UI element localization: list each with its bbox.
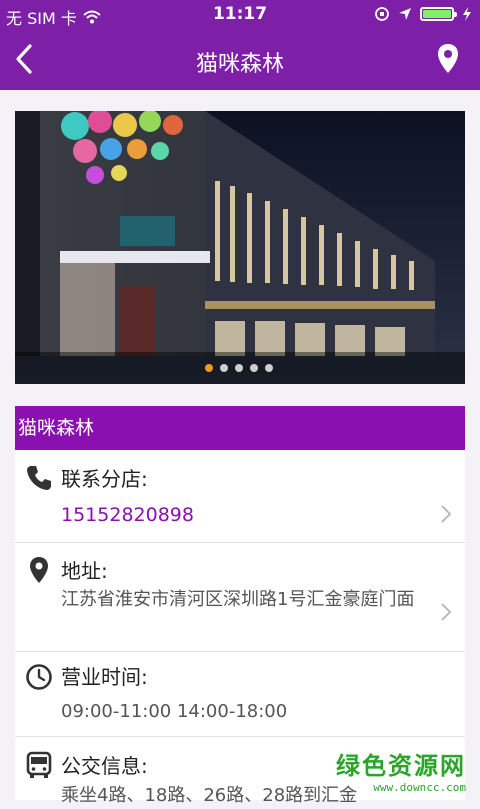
phone-icon (27, 466, 51, 490)
status-bar: 无 SIM 卡 11:17 (0, 0, 480, 30)
battery-icon (420, 7, 457, 21)
watermark-url: www.downcc.com (373, 781, 466, 794)
address-value: 江苏省淮安市清河区深圳路1号汇金豪庭门面 (61, 589, 415, 610)
bus-label: 公交信息: (61, 754, 148, 778)
banner-carousel[interactable] (15, 111, 465, 384)
title-bar: 猫咪森林 (0, 30, 480, 90)
carousel-dot[interactable] (205, 364, 213, 372)
clock-icon (26, 664, 52, 690)
carousel-indicator-bar (15, 352, 465, 384)
carousel-dot[interactable] (250, 364, 258, 372)
banner-image (15, 111, 465, 384)
location-pin-icon (30, 557, 48, 583)
hours-row: 营业时间: 09:00-11:00 14:00-18:00 (15, 652, 465, 737)
chevron-right-icon (441, 603, 452, 621)
location-arrow-icon (399, 8, 411, 20)
carousel-dot[interactable] (235, 364, 243, 372)
hours-label: 营业时间: (61, 665, 148, 689)
hours-value: 09:00-11:00 14:00-18:00 (61, 701, 288, 722)
bus-value: 乘坐4路、18路、26路、28路到汇金 (61, 785, 358, 806)
navigation-bar: 无 SIM 卡 11:17 猫咪森林 (0, 0, 480, 90)
carousel-dot[interactable] (220, 364, 228, 372)
page-title: 猫咪森林 (195, 52, 284, 77)
orientation-lock-icon (375, 7, 389, 21)
chevron-right-icon (441, 505, 452, 523)
shop-name-header: 猫咪森林 (15, 406, 465, 450)
bus-icon (26, 751, 52, 778)
address-row[interactable]: 地址: 江苏省淮安市清河区深圳路1号汇金豪庭门面 (15, 543, 465, 652)
charging-icon (463, 7, 471, 21)
carousel-dot[interactable] (265, 364, 273, 372)
carousel-dots (205, 364, 273, 372)
address-label: 地址: (61, 559, 108, 583)
contact-label: 联系分店: (61, 467, 148, 491)
phone-number[interactable]: 15152820898 (61, 502, 194, 528)
watermark: 绿色资源网 www.downcc.com (336, 746, 466, 794)
contact-row[interactable]: 联系分店: 15152820898 (15, 450, 465, 543)
location-pin-button[interactable] (436, 42, 460, 76)
watermark-text: 绿色资源网 (336, 752, 466, 780)
